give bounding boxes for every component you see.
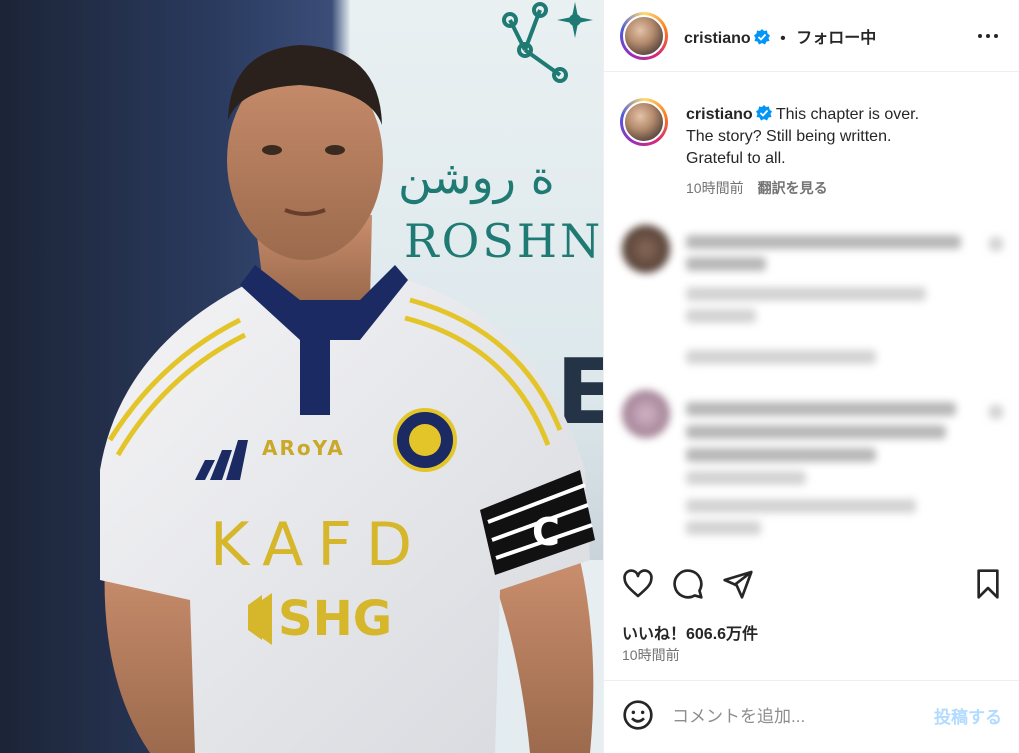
caption-line-1: This chapter is over. xyxy=(775,106,920,123)
caption-line-3: Grateful to all. xyxy=(686,150,786,167)
header-separator: • xyxy=(780,30,786,47)
caption-line-2: The story? Still being written. xyxy=(686,128,892,145)
header-avatar[interactable] xyxy=(620,12,668,60)
comment-icon[interactable] xyxy=(672,568,704,600)
caption-avatar[interactable] xyxy=(620,98,668,146)
comment-input[interactable]: コメントを追加... xyxy=(672,702,805,727)
caption-meta: 10時間前 翻訳を見る xyxy=(686,178,828,198)
translate-link[interactable]: 翻訳を見る xyxy=(758,180,828,196)
more-horizontal-icon[interactable] xyxy=(976,26,1000,46)
send-icon[interactable] xyxy=(722,568,754,600)
following-button[interactable]: フォロー中 xyxy=(796,30,876,47)
jersey-sponsor-main: KAFD xyxy=(210,510,426,580)
like-count[interactable]: いいね！606.6万件 xyxy=(622,620,758,644)
comments-list xyxy=(604,205,1019,555)
caption-text: cristiano This chapter is over. The stor… xyxy=(686,104,996,170)
verified-badge-icon xyxy=(755,105,772,121)
emoji-icon[interactable] xyxy=(622,699,654,731)
post-time[interactable]: 10時間前 xyxy=(622,645,680,665)
post-side-panel: cristiano • フォロー中 cristiano This chapter… xyxy=(603,0,1019,753)
heart-icon[interactable] xyxy=(622,568,654,600)
caption-time[interactable]: 10時間前 xyxy=(686,180,744,196)
post-photo[interactable]: ة روشن ROSHN C E xyxy=(0,0,603,753)
add-comment-bar: コメントを追加... 投稿する xyxy=(604,680,1019,753)
post-actions xyxy=(604,560,1019,608)
jersey-sponsor-shg: SHG xyxy=(278,591,392,647)
comment-avatar[interactable] xyxy=(622,390,670,438)
caption-username[interactable]: cristiano xyxy=(686,106,753,123)
verified-badge-icon xyxy=(753,29,770,45)
post-comment-button[interactable]: 投稿する xyxy=(934,703,1002,728)
post-header: cristiano • フォロー中 xyxy=(604,0,1019,72)
player-figure: C ARoYA KAFD SHG xyxy=(100,45,595,753)
header-username[interactable]: cristiano xyxy=(684,30,751,47)
comment-avatar[interactable] xyxy=(622,225,670,273)
jersey-sponsor-top: ARoYA xyxy=(262,436,345,460)
header-user: cristiano • フォロー中 xyxy=(684,24,876,48)
captain-armband-letter: C xyxy=(532,510,560,554)
bookmark-icon[interactable] xyxy=(972,568,1004,600)
